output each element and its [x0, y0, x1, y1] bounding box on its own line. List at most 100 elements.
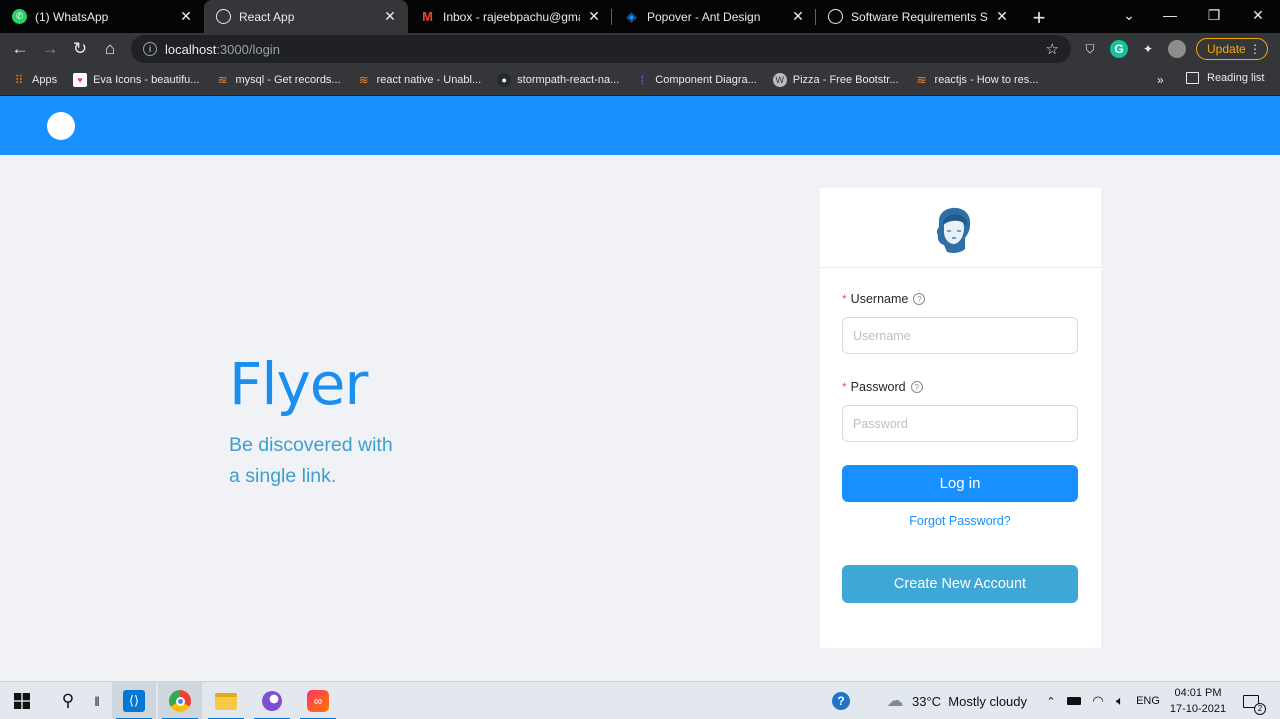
close-tab-icon[interactable]: ✕	[586, 8, 602, 25]
tab-software-requirements[interactable]: Software Requirements Spec ✕	[816, 0, 1020, 33]
forgot-password-link[interactable]: Forgot Password?	[842, 514, 1078, 528]
tagline-line: a single link.	[229, 465, 337, 487]
chrome-icon	[169, 690, 191, 712]
username-label: * Username ?	[842, 292, 926, 306]
wifi-icon[interactable]: ◠	[1088, 682, 1108, 719]
wordpress-icon: W	[772, 72, 787, 87]
site-info-icon[interactable]: i	[143, 42, 157, 56]
globe-icon	[216, 9, 231, 24]
creative-cloud-icon: ∞	[307, 690, 329, 712]
whatsapp-icon: ✆	[12, 9, 27, 24]
clock-date: 17-10-2021	[1169, 703, 1227, 715]
volume-icon[interactable]: 🔈︎	[1110, 682, 1130, 719]
stackoverflow-icon: ≋	[217, 72, 228, 87]
notification-count: 2	[1254, 702, 1266, 715]
weather-cloud-icon[interactable]: ☁	[882, 682, 908, 719]
taskbar-creative-cloud[interactable]: ∞	[296, 682, 340, 719]
bookmark-react-native[interactable]: ≋ react native - Unabl...	[357, 73, 482, 87]
tab-search-icon[interactable]: ⌄	[1107, 0, 1151, 30]
brand-title: Flyer	[229, 350, 368, 418]
browser-toolbar: ← → ↻ ⌂ i localhost:3000/login ☆ ⛉ G ✦ U…	[0, 33, 1280, 64]
login-card-header	[820, 188, 1101, 268]
username-input[interactable]	[842, 317, 1078, 354]
tor-browser-icon	[262, 691, 282, 711]
grammarly-icon[interactable]: G	[1110, 40, 1128, 58]
more-bookmarks-icon[interactable]: »	[1157, 73, 1164, 87]
tab-whatsapp[interactable]: ✆ (1) WhatsApp ✕	[0, 0, 204, 33]
weather-text[interactable]: 33°C Mostly cloudy	[912, 682, 1036, 719]
close-tab-icon[interactable]: ✕	[178, 8, 194, 25]
profile-avatar[interactable]	[1168, 40, 1186, 58]
address-bar[interactable]: i localhost:3000/login ☆	[131, 35, 1071, 63]
tab-react-app[interactable]: React App ✕	[204, 0, 408, 33]
required-asterisk: *	[842, 380, 847, 394]
forward-icon[interactable]: →	[35, 34, 65, 64]
question-icon[interactable]: ?	[913, 293, 926, 305]
password-input[interactable]	[842, 405, 1078, 442]
back-icon[interactable]: ←	[5, 34, 35, 64]
reading-list-button[interactable]: Reading list	[1186, 72, 1264, 84]
puzzle-icon[interactable]: ✦	[1139, 40, 1157, 58]
close-tab-icon[interactable]: ✕	[382, 8, 398, 25]
windows-taskbar: ⚲ ‖ ⟨⟩ ∞ ? ☁ 33°C Mostly cloudy ⌃ ◠ 🔈︎ E…	[0, 681, 1280, 719]
search-icon[interactable]: ⚲	[50, 682, 86, 719]
app-header	[0, 96, 1280, 155]
tab-gmail[interactable]: M Inbox - rajeebpachu@gmail.c ✕	[408, 0, 612, 33]
taskbar-tor-browser[interactable]	[250, 682, 294, 719]
extension-icon[interactable]: ⛉	[1081, 40, 1099, 58]
tab-strip: ✆ (1) WhatsApp ✕ React App ✕ M Inbox - r…	[0, 0, 1280, 33]
windows-logo-icon	[14, 693, 30, 709]
globe-icon	[828, 9, 843, 24]
app-logo[interactable]	[47, 112, 75, 140]
menu-dots-icon[interactable]: ⋮	[1249, 42, 1261, 56]
minimize-button[interactable]: —	[1148, 0, 1192, 30]
tab-title: (1) WhatsApp	[35, 9, 109, 24]
figma-icon: ⁞	[640, 72, 644, 87]
bookmark-stormpath[interactable]: ● stormpath-react-na...	[497, 72, 619, 87]
notification-center-button[interactable]: 2	[1236, 682, 1266, 719]
close-window-button[interactable]: ✕	[1236, 0, 1280, 30]
bookmark-apps[interactable]: ⠿ Apps	[12, 73, 57, 87]
bookmark-component-diagram[interactable]: ⁞ Component Diagra...	[635, 73, 757, 87]
chevron-up-icon[interactable]: ⌃	[1042, 682, 1060, 719]
tab-title: Popover - Ant Design	[647, 9, 761, 24]
taskbar-file-explorer[interactable]	[204, 682, 248, 719]
apps-grid-icon: ⠿	[14, 72, 24, 87]
gmail-icon: M	[422, 9, 433, 24]
task-view-icon[interactable]: ‖	[86, 682, 108, 719]
close-tab-icon[interactable]: ✕	[994, 8, 1010, 25]
login-button[interactable]: Log in	[842, 465, 1078, 502]
update-button[interactable]: Update ⋮	[1196, 38, 1268, 60]
bookmarks-bar: ⠿ Apps ♥ Eva Icons - beautifu... ≋ mysql…	[0, 64, 1280, 96]
vscode-icon: ⟨⟩	[123, 690, 145, 712]
bookmark-pizza[interactable]: W Pizza - Free Bootstr...	[772, 72, 899, 87]
home-icon[interactable]: ⌂	[95, 34, 125, 64]
clock-time: 04:01 PM	[1174, 687, 1222, 699]
language-indicator[interactable]: ENG	[1134, 682, 1162, 719]
help-icon[interactable]: ?	[828, 682, 854, 719]
url-text[interactable]: localhost:3000/login	[165, 42, 280, 57]
taskbar-chrome[interactable]	[158, 682, 202, 719]
user-avatar-icon	[936, 207, 971, 253]
tab-ant-design[interactable]: ◈ Popover - Ant Design ✕	[612, 0, 816, 33]
new-tab-button[interactable]: +	[1024, 3, 1054, 33]
bookmark-mysql[interactable]: ≋ mysql - Get records...	[215, 73, 340, 87]
create-account-button[interactable]: Create New Account	[842, 565, 1078, 603]
notification-icon: 2	[1243, 694, 1266, 715]
bookmark-reactjs[interactable]: ≋ reactjs - How to res...	[915, 73, 1039, 87]
tagline: Be discovered with a single link.	[229, 430, 429, 492]
battery-icon[interactable]	[1064, 682, 1084, 719]
bookmark-star-icon[interactable]: ☆	[1046, 40, 1059, 58]
stackoverflow-icon: ≋	[358, 72, 369, 87]
taskbar-vscode[interactable]: ⟨⟩	[112, 682, 156, 719]
start-button[interactable]	[0, 682, 44, 719]
ant-design-icon: ◈	[626, 8, 637, 24]
reload-icon[interactable]: ↻	[65, 34, 95, 64]
bookmark-eva-icons[interactable]: ♥ Eva Icons - beautifu...	[73, 72, 199, 87]
close-tab-icon[interactable]: ✕	[790, 8, 806, 25]
clock[interactable]: 04:01 PM 17-10-2021	[1168, 685, 1228, 717]
tab-title: React App	[239, 9, 295, 24]
tagline-line: Be discovered with	[229, 434, 393, 456]
question-icon[interactable]: ?	[910, 381, 923, 393]
restore-button[interactable]: ❐	[1192, 0, 1236, 30]
